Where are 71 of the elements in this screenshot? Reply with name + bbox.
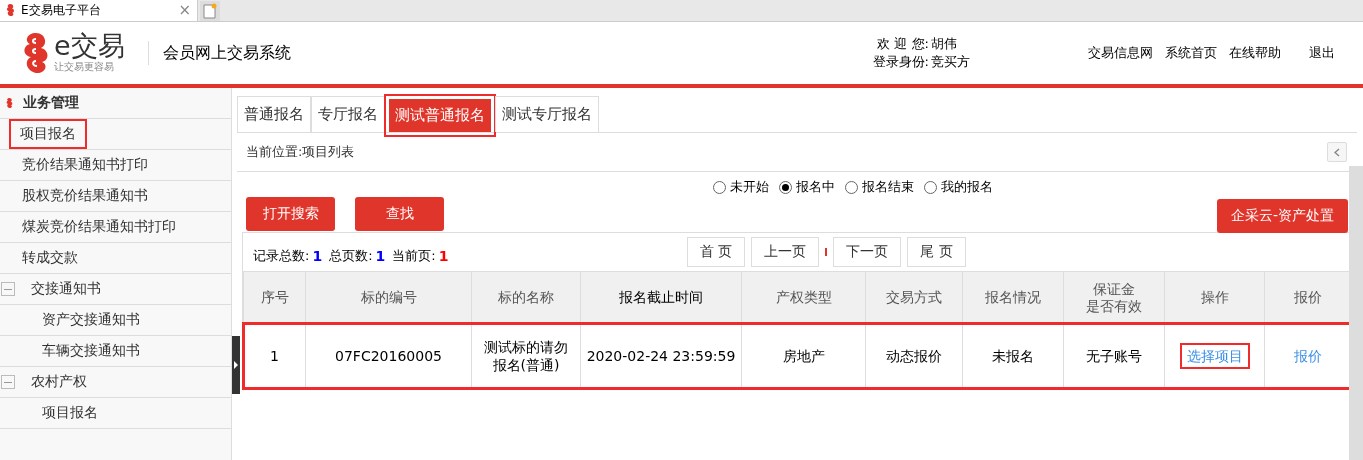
sidebar-item[interactable]: 转成交款 xyxy=(14,243,86,273)
stat-label: 当前页: xyxy=(392,247,436,265)
browser-tab[interactable]: E交易电子平台 × xyxy=(0,0,198,21)
sidebar-item[interactable]: 股权竞价结果通知书 xyxy=(14,181,156,211)
column-header: 标的编号 xyxy=(305,271,472,324)
tab[interactable]: 专厅报名 xyxy=(311,96,385,132)
sidebar-item[interactable]: 车辆交接通知书 xyxy=(34,336,148,366)
table-link[interactable]: 选择项目 xyxy=(1179,342,1250,369)
logo-slogan: 让交易更容易 xyxy=(54,60,115,74)
radio-label: 报名结束 xyxy=(861,178,914,196)
column-header: 交易方式 xyxy=(865,271,963,324)
role-label: 登录身份: xyxy=(872,53,929,71)
system-name: 会员网上交易系统 xyxy=(163,42,291,64)
user-role: 竞买方 xyxy=(931,53,970,71)
stat-value: 1 xyxy=(312,248,323,264)
browser-tab-title: E交易电子平台 xyxy=(21,1,102,19)
pager-button[interactable]: 首 页 xyxy=(687,237,746,267)
pager-button[interactable]: 下一页 xyxy=(833,237,902,267)
column-header: 保证金 xyxy=(1092,280,1136,298)
breadcrumb: 当前位置:项目列表 xyxy=(246,143,355,161)
column-header: 产权类型 xyxy=(741,271,866,324)
caret-icon xyxy=(234,361,238,369)
tab[interactable]: 普通报名 xyxy=(237,96,311,132)
collapse-toggle-icon[interactable] xyxy=(1,375,15,389)
radio-label: 报名中 xyxy=(795,178,835,196)
collapse-toggle-icon[interactable] xyxy=(1,282,15,296)
sidebar-item[interactable]: 交接通知书 xyxy=(23,274,109,304)
stat-value: 1 xyxy=(375,248,386,264)
welcome-label: 欢 迎 您: xyxy=(876,35,929,53)
column-header: 标的名称 xyxy=(471,271,581,324)
sidebar-item[interactable]: 竞价结果通知书打印 xyxy=(14,150,156,180)
chevron-left-icon xyxy=(1334,147,1340,157)
sidebar-title: 业务管理 xyxy=(23,94,79,112)
stat-label: 记录总数: xyxy=(253,247,310,265)
collapse-handle[interactable] xyxy=(232,336,240,394)
sidebar-item[interactable]: 项目报名 xyxy=(9,119,87,149)
stat-label: 总页数: xyxy=(329,247,373,265)
tab[interactable]: 测试专厅报名 xyxy=(495,96,599,132)
sidebar-item[interactable]: 煤炭竞价结果通知书打印 xyxy=(14,212,184,242)
back-button[interactable] xyxy=(1327,142,1347,162)
action-button[interactable]: 企采云-资产处置 xyxy=(1217,199,1348,233)
column-header: 是否有效 xyxy=(1085,297,1143,315)
user-name: 胡伟 xyxy=(931,35,958,53)
column-header: 报名截止时间 xyxy=(580,271,742,324)
column-header: 序号 xyxy=(243,271,306,324)
pager-button[interactable]: 上一页 xyxy=(751,237,820,267)
header-link[interactable]: 系统首页 xyxy=(1165,44,1217,62)
scroll-bar[interactable] xyxy=(1349,166,1363,460)
header-link[interactable]: 退出 xyxy=(1309,44,1335,62)
table-link[interactable]: 报价 xyxy=(1287,342,1329,369)
radio-label: 我的报名 xyxy=(940,178,993,196)
header-link[interactable]: 交易信息网 xyxy=(1088,44,1153,62)
stat-value: 1 xyxy=(438,248,449,264)
table-cell-text: 测试标的请勿 xyxy=(483,337,569,356)
logo-icon xyxy=(22,30,50,76)
logo-icon xyxy=(6,3,15,17)
column-header: 报名情况 xyxy=(962,271,1064,324)
sidebar-item[interactable]: 资产交接通知书 xyxy=(34,305,148,335)
column-header: 报价 xyxy=(1264,271,1352,324)
sidebar-item[interactable]: 项目报名 xyxy=(34,398,106,428)
close-tab-button[interactable]: × xyxy=(178,1,191,19)
column-header: 操作 xyxy=(1164,271,1265,324)
radio-label: 未开始 xyxy=(729,178,769,196)
sidebar-item[interactable]: 农村产权 xyxy=(23,367,95,397)
header-link[interactable]: 在线帮助 xyxy=(1229,44,1281,62)
pager-button[interactable]: 尾 页 xyxy=(907,237,966,267)
table-cell-text: 报名(普通) xyxy=(491,355,561,374)
logo-icon xyxy=(6,97,13,109)
action-button[interactable]: 查找 xyxy=(355,197,444,231)
logo-text: e交易 xyxy=(54,32,125,60)
action-button[interactable]: 打开搜索 xyxy=(246,197,335,231)
